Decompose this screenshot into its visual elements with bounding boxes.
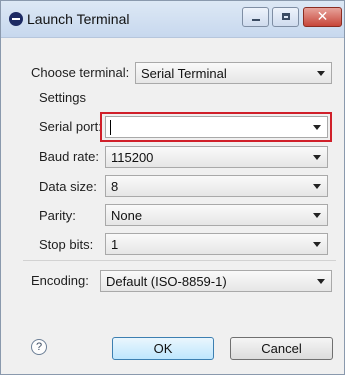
baud-rate-select[interactable]: 115200 [105,146,328,168]
window-title: Launch Terminal [27,11,130,27]
help-icon[interactable]: ? [31,339,47,355]
maximize-button[interactable] [272,7,299,27]
launch-terminal-dialog: Launch Terminal ✕ Choose terminal: Seria… [0,0,345,375]
parity-label: Parity: [39,208,76,223]
encoding-value: Default (ISO-8859-1) [106,274,227,289]
minimize-button[interactable] [242,7,269,27]
choose-terminal-value: Serial Terminal [141,66,227,81]
data-size-label: Data size: [39,179,97,194]
serial-port-select[interactable] [105,116,328,138]
divider [23,260,336,261]
baud-rate-value: 115200 [111,150,154,165]
close-button[interactable]: ✕ [303,7,342,27]
serial-port-label: Serial port: [39,119,102,134]
baud-rate-label: Baud rate: [39,149,99,164]
chevron-down-icon [317,71,325,76]
data-size-value: 8 [111,179,119,194]
minimize-icon [252,19,260,21]
stop-bits-value: 1 [111,237,119,252]
app-icon [9,12,23,26]
choose-terminal-select[interactable]: Serial Terminal [135,62,332,84]
maximize-icon [282,13,290,20]
chevron-down-icon [313,125,321,130]
chevron-down-icon [313,184,321,189]
parity-value: None [111,208,143,223]
cancel-button[interactable]: Cancel [230,337,333,360]
data-size-select[interactable]: 8 [105,175,328,197]
ok-button[interactable]: OK [112,337,214,360]
encoding-select[interactable]: Default (ISO-8859-1) [100,270,332,292]
chevron-down-icon [313,213,321,218]
chevron-down-icon [317,279,325,284]
stop-bits-select[interactable]: 1 [105,233,328,255]
close-icon: ✕ [316,8,329,24]
settings-heading: Settings [39,90,86,105]
stop-bits-label: Stop bits: [39,237,94,252]
title-bar[interactable]: Launch Terminal ✕ [1,1,344,38]
chevron-down-icon [313,242,321,247]
text-cursor [110,120,111,135]
encoding-label: Encoding: [31,273,89,288]
choose-terminal-label: Choose terminal: [31,65,130,80]
chevron-down-icon [313,155,321,160]
parity-select[interactable]: None [105,204,328,226]
